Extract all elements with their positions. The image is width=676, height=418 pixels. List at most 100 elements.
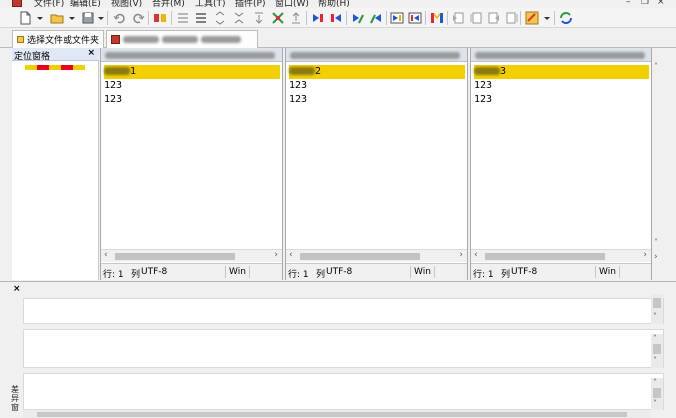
status-eol: Win bbox=[599, 267, 616, 277]
redo-icon[interactable] bbox=[131, 11, 145, 25]
merge-icon[interactable] bbox=[271, 11, 285, 25]
code-line: 123 bbox=[289, 94, 308, 105]
last-file-icon[interactable] bbox=[505, 11, 519, 25]
location-pane-header: 定位窗格 × bbox=[12, 48, 99, 62]
app-icon bbox=[12, 0, 22, 7]
select-all-diff-icon[interactable] bbox=[194, 11, 208, 25]
code-line: 123 bbox=[104, 94, 123, 105]
scroll-thumb[interactable] bbox=[37, 412, 627, 417]
restore-icon[interactable]: ❐ bbox=[641, 0, 649, 7]
minimize-icon[interactable]: – bbox=[626, 0, 631, 7]
scroll-left-icon[interactable]: ‹ bbox=[104, 250, 108, 260]
scroll-right-icon[interactable]: › bbox=[643, 250, 647, 260]
location-pane-close-icon[interactable]: × bbox=[87, 48, 95, 58]
diff-panel-label: 差异窗 bbox=[11, 385, 19, 412]
copy-left-advance-icon[interactable] bbox=[369, 11, 383, 25]
menu-view[interactable]: 视图(V) bbox=[111, 0, 142, 8]
scroll-right-icon[interactable]: › bbox=[459, 250, 463, 260]
copy-all-right-icon[interactable] bbox=[390, 11, 404, 25]
open-dropdown-icon[interactable] bbox=[69, 17, 75, 20]
open-folder-icon[interactable] bbox=[50, 11, 64, 25]
vertical-scrollbar[interactable]: ˄ ˅ bbox=[652, 62, 664, 262]
scroll-thumb[interactable] bbox=[485, 253, 605, 260]
status-bar: 行: 1 列 UTF-8 Win bbox=[286, 263, 467, 280]
copy-right-advance-icon[interactable] bbox=[351, 11, 365, 25]
options-icon[interactable] bbox=[525, 11, 539, 25]
scroll-left-icon[interactable]: ‹ bbox=[474, 250, 478, 260]
horizontal-scrollbar[interactable] bbox=[23, 410, 651, 418]
scroll-up-icon[interactable]: ˄ bbox=[654, 62, 658, 71]
scroll-down-icon[interactable]: ˅ bbox=[653, 356, 657, 365]
next-file-icon[interactable] bbox=[487, 11, 501, 25]
compare-doc-icon bbox=[111, 35, 120, 44]
scroll-thumb[interactable] bbox=[300, 253, 420, 260]
scroll-thumb[interactable] bbox=[115, 253, 235, 260]
scroll-thumb[interactable] bbox=[653, 298, 661, 308]
tab-select-files[interactable]: 选择文件或文件夹 bbox=[12, 30, 104, 48]
tab-compare-session[interactable] bbox=[106, 30, 258, 48]
menu-help[interactable]: 帮助(H) bbox=[318, 0, 350, 8]
menu-edit[interactable]: 编辑(E) bbox=[70, 0, 101, 8]
undo-icon[interactable] bbox=[113, 11, 127, 25]
copy-right-icon[interactable] bbox=[311, 11, 325, 25]
scroll-up-icon[interactable]: ˄ bbox=[653, 334, 657, 343]
refresh-compare-icon[interactable] bbox=[153, 11, 167, 25]
menu-tools[interactable]: 工具(T) bbox=[195, 0, 226, 8]
scroll-left-icon[interactable]: ‹ bbox=[289, 250, 293, 260]
select-diff-icon[interactable] bbox=[176, 11, 190, 25]
status-line: 行: 1 bbox=[288, 270, 309, 280]
code-line: 123 bbox=[474, 80, 493, 91]
menu-window[interactable]: 窗口(W) bbox=[275, 0, 309, 8]
refresh-icon[interactable] bbox=[559, 11, 573, 25]
scroll-down-icon[interactable]: ˅ bbox=[653, 312, 657, 321]
horizontal-scrollbar[interactable]: ‹ › bbox=[101, 249, 282, 262]
diff-marker bbox=[73, 65, 85, 70]
scroll-thumb[interactable] bbox=[653, 344, 661, 354]
copy-left-icon[interactable] bbox=[329, 11, 343, 25]
scroll-up-icon[interactable]: ˄ bbox=[653, 378, 657, 387]
location-pane-title: 定位窗格 bbox=[14, 52, 51, 62]
menu-merge[interactable]: 合并(M) bbox=[152, 0, 185, 8]
new-dropdown-icon[interactable] bbox=[37, 17, 43, 20]
prev-file-icon[interactable] bbox=[451, 11, 465, 25]
scroll-right-icon[interactable]: › bbox=[652, 252, 664, 265]
save-icon[interactable] bbox=[81, 11, 95, 25]
compare-pane-middle[interactable]: 2 123 123 ‹ › 行: 1 列 UTF-8 Win bbox=[285, 48, 468, 280]
editor-text[interactable]: 2 123 123 bbox=[289, 65, 465, 107]
menu-bar: 文件(F) 编辑(E) 视图(V) 合并(M) 工具(T) 插件(P) 窗口(W… bbox=[0, 0, 676, 8]
new-file-icon[interactable] bbox=[18, 11, 32, 25]
horizontal-scrollbar[interactable]: ‹ › bbox=[471, 249, 651, 262]
scroll-right-icon[interactable]: › bbox=[274, 250, 278, 260]
scroll-down-icon[interactable]: ˅ bbox=[653, 399, 657, 408]
menu-file[interactable]: 文件(F) bbox=[34, 0, 64, 8]
prev-conflict-icon[interactable] bbox=[213, 11, 227, 25]
scroll-down-icon[interactable]: ˅ bbox=[654, 238, 658, 247]
last-diff-icon[interactable] bbox=[289, 11, 303, 25]
first-diff-icon[interactable] bbox=[252, 11, 266, 25]
diff-row-3[interactable] bbox=[23, 373, 664, 410]
diff-row-1[interactable] bbox=[23, 298, 664, 324]
scroll-thumb[interactable] bbox=[653, 388, 661, 398]
diff-panel-close-icon[interactable]: × bbox=[13, 284, 21, 294]
editor-text[interactable]: 3 123 123 bbox=[474, 65, 649, 107]
save-dropdown-icon[interactable] bbox=[98, 17, 104, 20]
vertical-scrollbar[interactable]: ˄ ˅ bbox=[651, 334, 663, 368]
diff-marker bbox=[61, 65, 73, 70]
copy-all-left-icon[interactable] bbox=[408, 11, 422, 25]
editor-text[interactable]: 1 123 123 bbox=[104, 65, 280, 107]
compare-pane-left[interactable]: 1 123 123 ‹ › 行: 1 列 UTF-8 Win bbox=[100, 48, 283, 280]
diff-row-2[interactable] bbox=[23, 329, 664, 368]
menu-plugins[interactable]: 插件(P) bbox=[235, 0, 265, 8]
open-folder-icon bbox=[17, 36, 24, 43]
first-file-icon[interactable] bbox=[469, 11, 483, 25]
options-dropdown-icon[interactable] bbox=[544, 17, 550, 20]
next-conflict-icon[interactable] bbox=[232, 11, 246, 25]
compare-pane-right[interactable]: 3 123 123 ‹ › 行: 1 列 UTF-8 Win bbox=[470, 48, 652, 280]
close-window-icon[interactable]: × bbox=[657, 0, 665, 7]
status-bar: 行: 1 列 UTF-8 Win bbox=[101, 263, 282, 280]
status-line: 行: 1 bbox=[103, 270, 124, 280]
auto-merge-icon[interactable] bbox=[430, 11, 444, 25]
horizontal-scrollbar[interactable]: ‹ › bbox=[286, 249, 467, 262]
vertical-scrollbar[interactable]: ˅ bbox=[651, 294, 663, 324]
vertical-scrollbar[interactable]: ˄ ˅ bbox=[651, 378, 663, 410]
